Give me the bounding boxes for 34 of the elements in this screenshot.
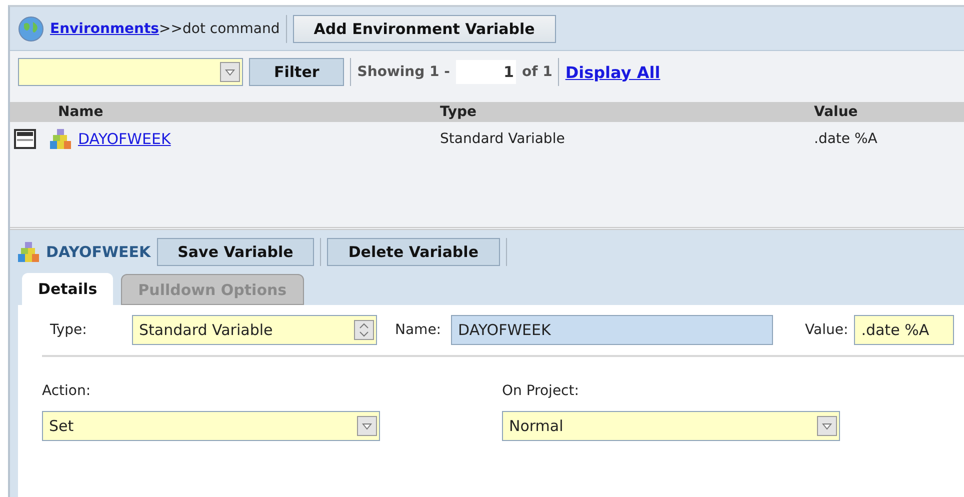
delete-button[interactable]: Delete Variable	[327, 238, 500, 266]
project-label: On Project:	[502, 383, 580, 399]
value-label: Value:	[805, 322, 848, 338]
filter-button[interactable]: Filter	[249, 58, 344, 86]
page-field[interactable]: 1	[456, 60, 516, 84]
tab[interactable]: Details	[22, 273, 114, 305]
page-count: of 1	[522, 64, 552, 80]
type-dropdown[interactable]: Standard Variable	[132, 315, 377, 345]
action-label: Action:	[42, 383, 92, 399]
save-button[interactable]: Save Variable	[156, 238, 314, 266]
detail-title: DAYOFWEEK	[46, 243, 151, 261]
display-all-link[interactable]: Display All	[565, 62, 660, 82]
showing-label: Showing 1 -	[357, 64, 450, 80]
clapperboard-icon[interactable]	[14, 129, 36, 149]
project-dropdown[interactable]: Normal	[502, 411, 840, 441]
filter-dropdown[interactable]	[18, 58, 243, 86]
value-field[interactable]: .date %A	[854, 315, 954, 345]
column-header: Name	[57, 104, 104, 120]
globe-icon	[18, 16, 44, 42]
breadcrumb-separator: >>	[159, 20, 182, 36]
type-label: Type:	[49, 322, 88, 338]
variable-link[interactable]: DAYOFWEEK	[78, 130, 171, 148]
name-field[interactable]: DAYOFWEEK	[451, 315, 774, 345]
blocks-icon	[18, 241, 40, 263]
table-cell-text: .date %A	[814, 131, 878, 147]
action-dropdown[interactable]: Set	[42, 411, 380, 441]
column-header: Value	[814, 104, 859, 120]
add-variable-button[interactable]: Add Environment Variable	[292, 14, 556, 42]
name-label: Name:	[395, 322, 442, 338]
table-cell-text: Standard Variable	[440, 131, 566, 147]
breadcrumb-link[interactable]: Environments	[50, 20, 160, 36]
column-header: Type	[440, 104, 478, 120]
breadcrumb-current: dot command	[182, 20, 280, 36]
blocks-icon	[50, 128, 72, 150]
